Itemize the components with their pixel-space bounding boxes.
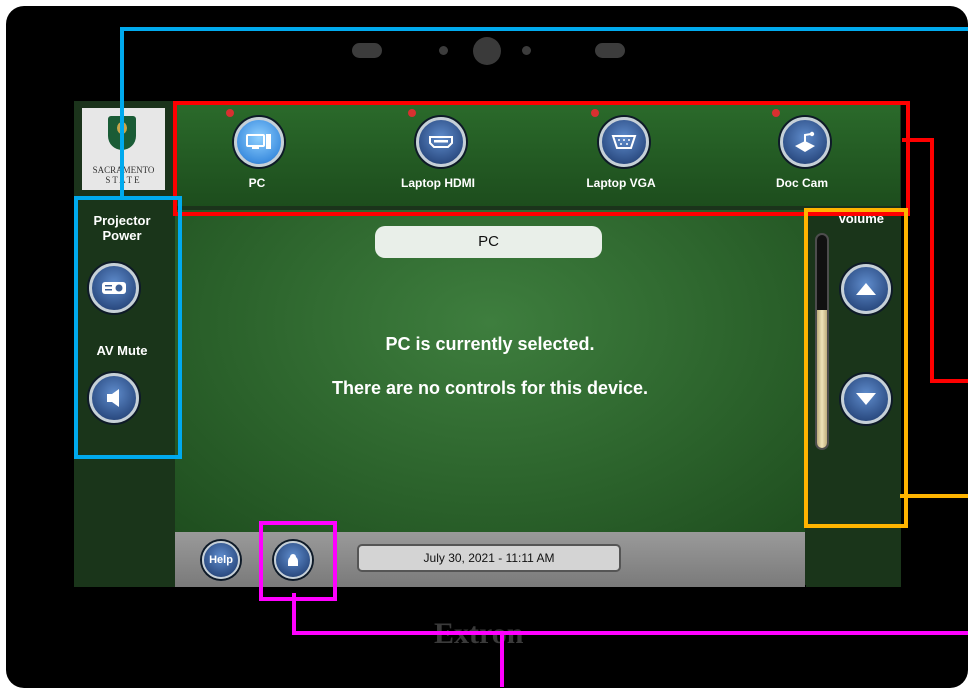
date-time-display: July 30, 2021 - 11:11 AM bbox=[357, 544, 621, 572]
volume-highlight bbox=[804, 208, 908, 528]
help-button[interactable]: Help bbox=[202, 541, 240, 579]
selection-message: PC is currently selected. bbox=[385, 334, 595, 354]
sensor-dot-left bbox=[439, 46, 448, 55]
sensor-right bbox=[595, 43, 625, 58]
source-callout-line-end bbox=[930, 379, 968, 383]
footer-button-highlight bbox=[259, 521, 337, 601]
footer-callout-line-horizontal bbox=[292, 631, 968, 635]
camera-lens-icon bbox=[473, 37, 501, 65]
help-label: Help bbox=[209, 554, 233, 566]
footer-callout-line bbox=[292, 593, 296, 635]
source-callout-line bbox=[902, 138, 932, 142]
no-controls-message: There are no controls for this device. bbox=[331, 378, 649, 398]
source-bar-highlight bbox=[173, 101, 910, 216]
selected-source-title: PC bbox=[375, 226, 602, 258]
volume-callout-line bbox=[900, 494, 968, 498]
sensor-dot-right bbox=[522, 46, 531, 55]
left-panel-callout-line-top bbox=[120, 27, 968, 31]
left-panel-callout-line bbox=[120, 27, 124, 198]
footer-callout-line-down bbox=[500, 631, 504, 687]
sensor-left bbox=[352, 43, 382, 58]
left-panel-highlight bbox=[74, 196, 182, 459]
source-callout-line-vertical bbox=[930, 138, 934, 383]
main-content bbox=[175, 210, 805, 532]
